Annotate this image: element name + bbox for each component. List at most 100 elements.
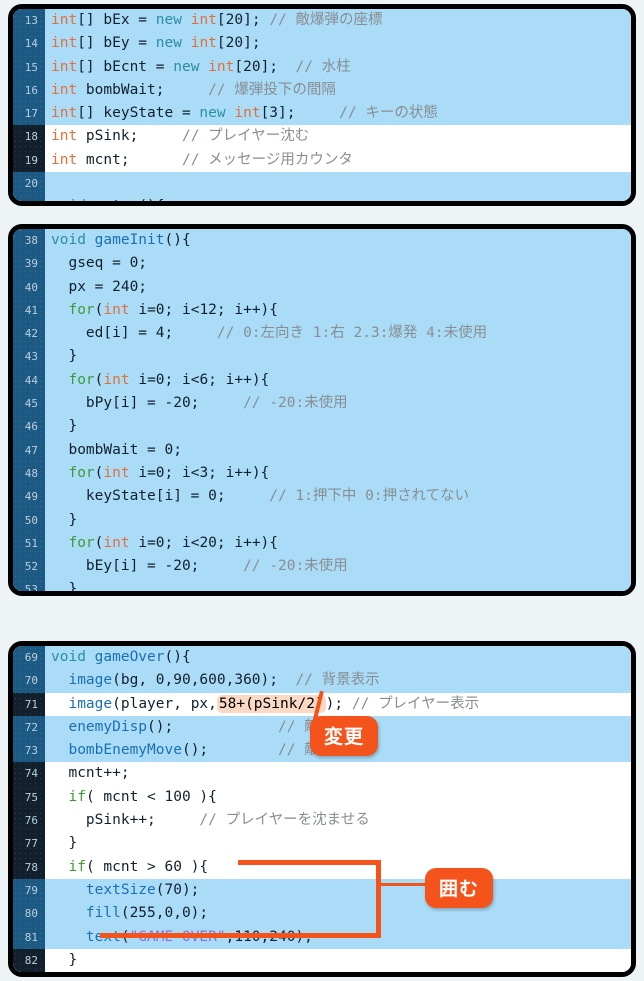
code-line: 50 }	[13, 508, 631, 532]
line-source: bombWait = 0;	[51, 441, 182, 458]
code-line: 46 }	[13, 415, 631, 439]
line-number: 69	[13, 646, 45, 670]
line-source: }	[51, 511, 78, 528]
code-panel-gameinit: 38 void gameInit(){ 39 gseq = 0; 40 px =…	[8, 224, 636, 596]
code-line: 83 }	[13, 972, 631, 977]
line-source: }	[45, 972, 631, 977]
code-area[interactable]: 38 void gameInit(){ 39 gseq = 0; 40 px =…	[13, 229, 631, 591]
line-number: 18	[13, 125, 45, 149]
code-area[interactable]: 13 int[] bEx = new int[20]; // 敵爆弾の座標 14…	[13, 9, 631, 201]
line-source: int[] bEx = new int[20]; // 敵爆弾の座標	[51, 12, 383, 28]
line-source: }	[51, 835, 78, 852]
line-source: }	[51, 418, 78, 435]
enclose-bracket-right	[376, 860, 381, 938]
line-number: 53	[13, 578, 45, 591]
line-number: 83	[13, 972, 45, 977]
line-source: int bombWait; // 爆弾投下の間隔	[51, 81, 336, 98]
line-source: void gameOver(){	[51, 649, 191, 665]
line-source: }	[51, 348, 78, 365]
line-number: 50	[13, 508, 45, 532]
line-number: 40	[13, 275, 45, 299]
line-number: 14	[13, 32, 45, 56]
code-line: 52 bEy[i] = -20; // -20:未使用	[13, 555, 631, 579]
code-line: 16 int bombWait; // 爆弾投下の間隔	[13, 78, 631, 103]
line-source: pSink++; // プレイヤーを沈ませる	[51, 812, 370, 829]
code-line: 14 int[] bEy = new int[20];	[13, 32, 631, 56]
line-source: int[] keyState = new int[3]; // キーの状態	[51, 105, 438, 122]
line-number: 51	[13, 531, 45, 556]
line-number: 46	[13, 415, 45, 439]
line-source: image(bg, 0,90,600,360); // 背景表示	[68, 672, 380, 689]
code-line: 80 fill(255,0,0);	[13, 902, 631, 926]
code-line: 75 if( mcnt < 100 ){	[13, 785, 631, 810]
code-line: 69 void gameOver(){	[13, 646, 631, 670]
line-number: 38	[13, 229, 45, 253]
line-source: int[] bEy = new int[20];	[51, 35, 261, 52]
line-source: mcnt++;	[51, 765, 130, 782]
code-line: 76 pSink++; // プレイヤーを沈ませる	[13, 809, 631, 833]
line-source: }	[51, 581, 78, 596]
code-line: 39 gseq = 0;	[13, 252, 631, 276]
code-line: 40 px = 240;	[13, 275, 631, 299]
line-number: 19	[13, 148, 45, 173]
line-source: for(int i=0; i<6; i++){	[68, 371, 270, 388]
line-number: 48	[13, 461, 45, 486]
line-source: void gameInit(){	[51, 232, 191, 248]
line-source: void setup(){	[45, 195, 631, 201]
line-number: 78	[13, 855, 45, 879]
code-line: 13 int[] bEx = new int[20]; // 敵爆弾の座標	[13, 9, 631, 33]
code-line: 17 int[] keyState = new int[3]; // キーの状態	[13, 102, 631, 126]
line-number: 17	[13, 102, 45, 126]
line-source: for(int i=0; i<3; i++){	[68, 464, 270, 481]
line-number: 79	[13, 878, 45, 903]
line-source: ed[i] = 4; // 0:左向き 1:右 2.3:爆発 4:未使用	[51, 325, 488, 342]
line-source: int mcnt; // メッセージ用カウンタ	[51, 151, 353, 168]
line-number: 76	[13, 809, 45, 833]
code-line: 74 mcnt++;	[13, 762, 631, 786]
line-number: 20	[13, 172, 45, 196]
line-source: for(int i=0; i<12; i++){	[68, 301, 279, 318]
line-source: px = 240;	[51, 278, 148, 295]
code-line: 42 ed[i] = 4; // 0:左向き 1:右 2.3:爆発 4:未使用	[13, 322, 631, 346]
line-source: for(int i=0; i<20; i++){	[68, 534, 279, 551]
line-source: image(player, px, 58+(pSink/2)); // プレイヤー…	[68, 694, 480, 713]
code-line: 45 bPy[i] = -20; // -20:未使用	[13, 392, 631, 416]
line-source: bPy[i] = -20; // -20:未使用	[51, 395, 348, 412]
line-number: 13	[13, 9, 45, 33]
line-source: textSize(70);	[85, 881, 200, 898]
code-line: 18 int pSink; // プレイヤー沈む	[13, 125, 631, 149]
code-line: 79 textSize(70);	[13, 878, 631, 903]
code-line: 49 keyState[i] = 0; // 1:押下中 0:押されてない	[13, 485, 631, 509]
code-line: 43 }	[13, 345, 631, 369]
code-line: 41 for(int i=0; i<12; i++){	[13, 298, 631, 323]
code-line: 21 void setup(){	[13, 195, 631, 201]
line-number: 71	[13, 692, 45, 716]
annotation-badge-change: 変更	[310, 716, 379, 756]
line-number: 45	[13, 392, 45, 416]
line-source: keyState[i] = 0; // 1:押下中 0:押されてない	[51, 488, 470, 505]
line-number: 52	[13, 555, 45, 579]
line-number: 75	[13, 785, 45, 810]
line-source: gseq = 0;	[51, 255, 148, 272]
enclose-bracket-bottom	[100, 933, 381, 938]
line-number: 41	[13, 298, 45, 323]
code-line: 53 }	[13, 578, 631, 596]
line-number: 49	[13, 485, 45, 509]
line-source: if( mcnt < 100 ){	[68, 788, 217, 805]
code-line: 19 int mcnt; // メッセージ用カウンタ	[13, 148, 631, 173]
line-number: 16	[13, 78, 45, 103]
line-source: bEy[i] = -20; // -20:未使用	[51, 558, 348, 575]
code-line: 38 void gameInit(){	[13, 229, 631, 253]
code-line: 20	[13, 172, 631, 196]
line-number: 15	[13, 55, 45, 79]
line-number: 72	[13, 715, 45, 740]
line-source: int pSink; // プレイヤー沈む	[51, 128, 310, 145]
enclose-bracket-top	[238, 860, 381, 865]
code-line: 51 for(int i=0; i<20; i++){	[13, 531, 631, 556]
line-number: 80	[13, 902, 45, 926]
line-number: 21	[13, 195, 45, 201]
line-number: 74	[13, 762, 45, 786]
line-source: int[] bEcnt = new int[20]; // 水柱	[51, 58, 351, 75]
line-number: 82	[13, 948, 45, 972]
code-line: 70 image(bg, 0,90,600,360); // 背景表示	[13, 669, 631, 693]
